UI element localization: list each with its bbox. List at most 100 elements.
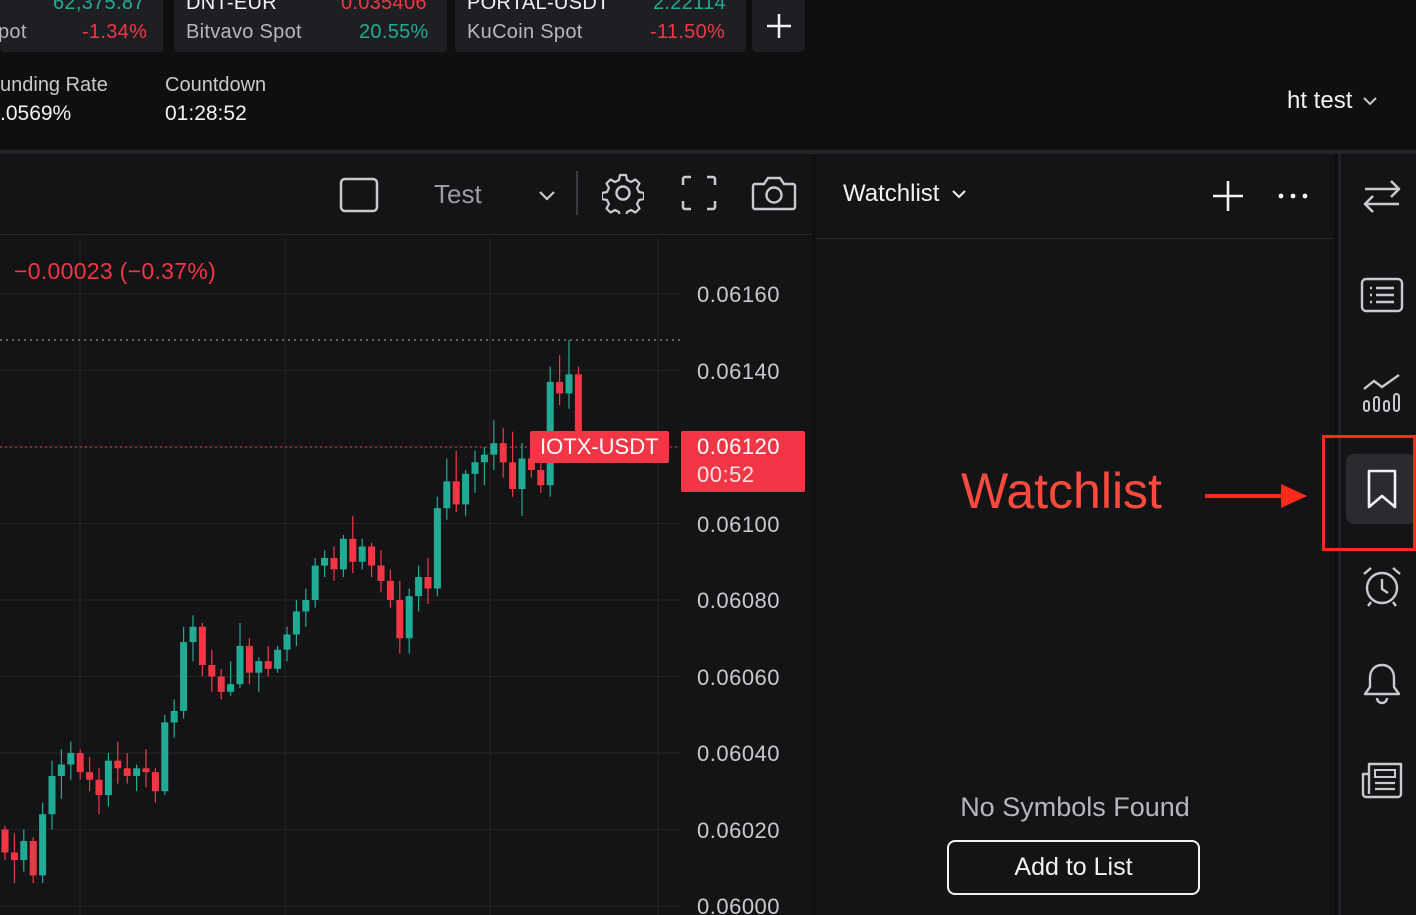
bell-icon (1363, 663, 1401, 705)
candle-body (368, 546, 376, 566)
annotation-arrow-icon (1205, 484, 1307, 508)
ticker-change: 20.55% (359, 21, 429, 43)
candle-body (10, 852, 18, 861)
add-watchlist-button[interactable] (1210, 178, 1246, 214)
settings-button[interactable] (600, 170, 646, 216)
ticker-change: -1.34% (82, 21, 148, 43)
candle-body (86, 772, 94, 780)
candle-body (471, 462, 479, 474)
price-axis-label: 0.06060 (697, 665, 781, 690)
candle-body (415, 577, 423, 597)
candle-body (358, 546, 366, 562)
candle-body (180, 642, 188, 711)
candle-body (236, 645, 244, 685)
ticker-card-2[interactable]: DNT-EUR 0.035406 Bitvavo Spot 20.55% (174, 0, 447, 52)
candle-body (189, 626, 197, 643)
watchlist-panel: Watchlist No Symbols Found Add to List (816, 154, 1334, 915)
price-axis-label: 0.06080 (697, 588, 781, 613)
watchlist-selector[interactable]: Watchlist (843, 180, 967, 208)
candle-body (20, 840, 28, 861)
add-ticker-button[interactable] (752, 0, 805, 52)
fullscreen-button[interactable] (678, 172, 720, 214)
sidebar-item-alerts[interactable] (1358, 659, 1406, 707)
market-header: unding Rate .0569% Countdown 01:28:52 ht… (0, 52, 1416, 150)
sidebar-item-news[interactable] (1358, 756, 1406, 804)
ticker-exchange: Bitvavo Spot (186, 21, 302, 43)
chevron-down-icon (539, 191, 555, 201)
candle-body (67, 753, 75, 765)
sidebar-item-orders[interactable] (1358, 271, 1406, 319)
ticker-exchange: pot (0, 21, 27, 43)
chart-bar-icon (1363, 374, 1400, 412)
sidebar-item-trade[interactable] (1358, 172, 1406, 220)
candle-body (386, 580, 394, 600)
candle-body (462, 473, 470, 505)
list-icon (1360, 277, 1404, 313)
candle-body (161, 722, 169, 792)
candle-body (292, 611, 300, 635)
sidebar-item-analytics[interactable] (1358, 368, 1406, 416)
ticker-symbol: PORTAL-USDT (467, 0, 610, 14)
gear-icon (602, 173, 644, 214)
account-menu[interactable]: ht test (1287, 87, 1378, 115)
chart-toolbar: Test (0, 154, 812, 235)
candle-body (48, 775, 56, 815)
layout-button[interactable] (338, 174, 380, 216)
symbol-tag: IOTX-USDT (530, 431, 669, 463)
candle-body (339, 538, 347, 570)
candle-body (95, 779, 103, 796)
candle-body (1, 829, 9, 853)
candle-body (405, 596, 413, 639)
candle-body (424, 577, 432, 589)
news-icon (1361, 762, 1403, 799)
candle-body (443, 481, 451, 509)
candle-body (321, 557, 329, 566)
candle-body (208, 665, 216, 677)
candle-timer: 00:52 (697, 462, 755, 487)
candle-body (433, 508, 441, 589)
layout-select[interactable]: Test (420, 174, 560, 216)
candle-body (565, 374, 573, 394)
more-options-button[interactable] (1276, 182, 1310, 210)
ticker-symbol: DNT-EUR (186, 0, 277, 14)
chevron-down-icon (1363, 97, 1378, 106)
candle-body (114, 760, 122, 769)
add-to-list-button[interactable]: Add to List (947, 840, 1200, 895)
price-axis-label: 0.06000 (697, 894, 781, 915)
annotation-label: Watchlist (961, 463, 1162, 519)
fullscreen-icon (681, 175, 717, 211)
funding-rate-label: unding Rate (0, 74, 108, 96)
screenshot-button[interactable] (750, 170, 798, 216)
watchlist-title: Watchlist (843, 180, 940, 207)
empty-message: No Symbols Found (960, 792, 1190, 822)
candle-body (396, 600, 404, 639)
candle-body (255, 661, 263, 673)
candle-body (170, 710, 178, 723)
chart-panel: Test −0.00023 (−0.37%) 0.06160 0.06140 0… (0, 154, 812, 915)
countdown-value: 01:28:52 (165, 102, 247, 125)
candle-body (39, 814, 47, 876)
ticker-price: 0.035406 (341, 0, 427, 14)
chart-area[interactable]: −0.00023 (−0.37%) 0.06160 0.06140 0.0610… (0, 238, 812, 915)
candle-body (302, 600, 310, 612)
candle-body (518, 458, 526, 490)
candlestick-chart[interactable] (0, 238, 812, 915)
candle-body (29, 840, 37, 876)
candle-body (76, 753, 84, 773)
current-price-tag: 0.06120 00:52 (681, 431, 805, 492)
candle-body (217, 676, 225, 692)
account-name: ht test (1287, 87, 1353, 114)
candle-body (490, 443, 498, 455)
candle-body (330, 557, 338, 570)
ticker-card-3[interactable]: PORTAL-USDT 2.22114 KuCoin Spot -11.50% (455, 0, 746, 52)
layout-select-value: Test (434, 179, 482, 209)
price-axis-label: 0.06160 (697, 282, 781, 307)
more-horizontal-icon (1278, 193, 1308, 199)
sidebar-item-alarms[interactable] (1358, 562, 1406, 610)
candle-body (57, 764, 65, 776)
ticker-card-1[interactable]: 62,375.87 pot -1.34% (0, 0, 163, 52)
candle-body (264, 661, 272, 669)
price-axis-label: 0.06040 (697, 741, 781, 766)
ticker-price: 2.22114 (653, 0, 726, 14)
candle-body (537, 469, 545, 486)
